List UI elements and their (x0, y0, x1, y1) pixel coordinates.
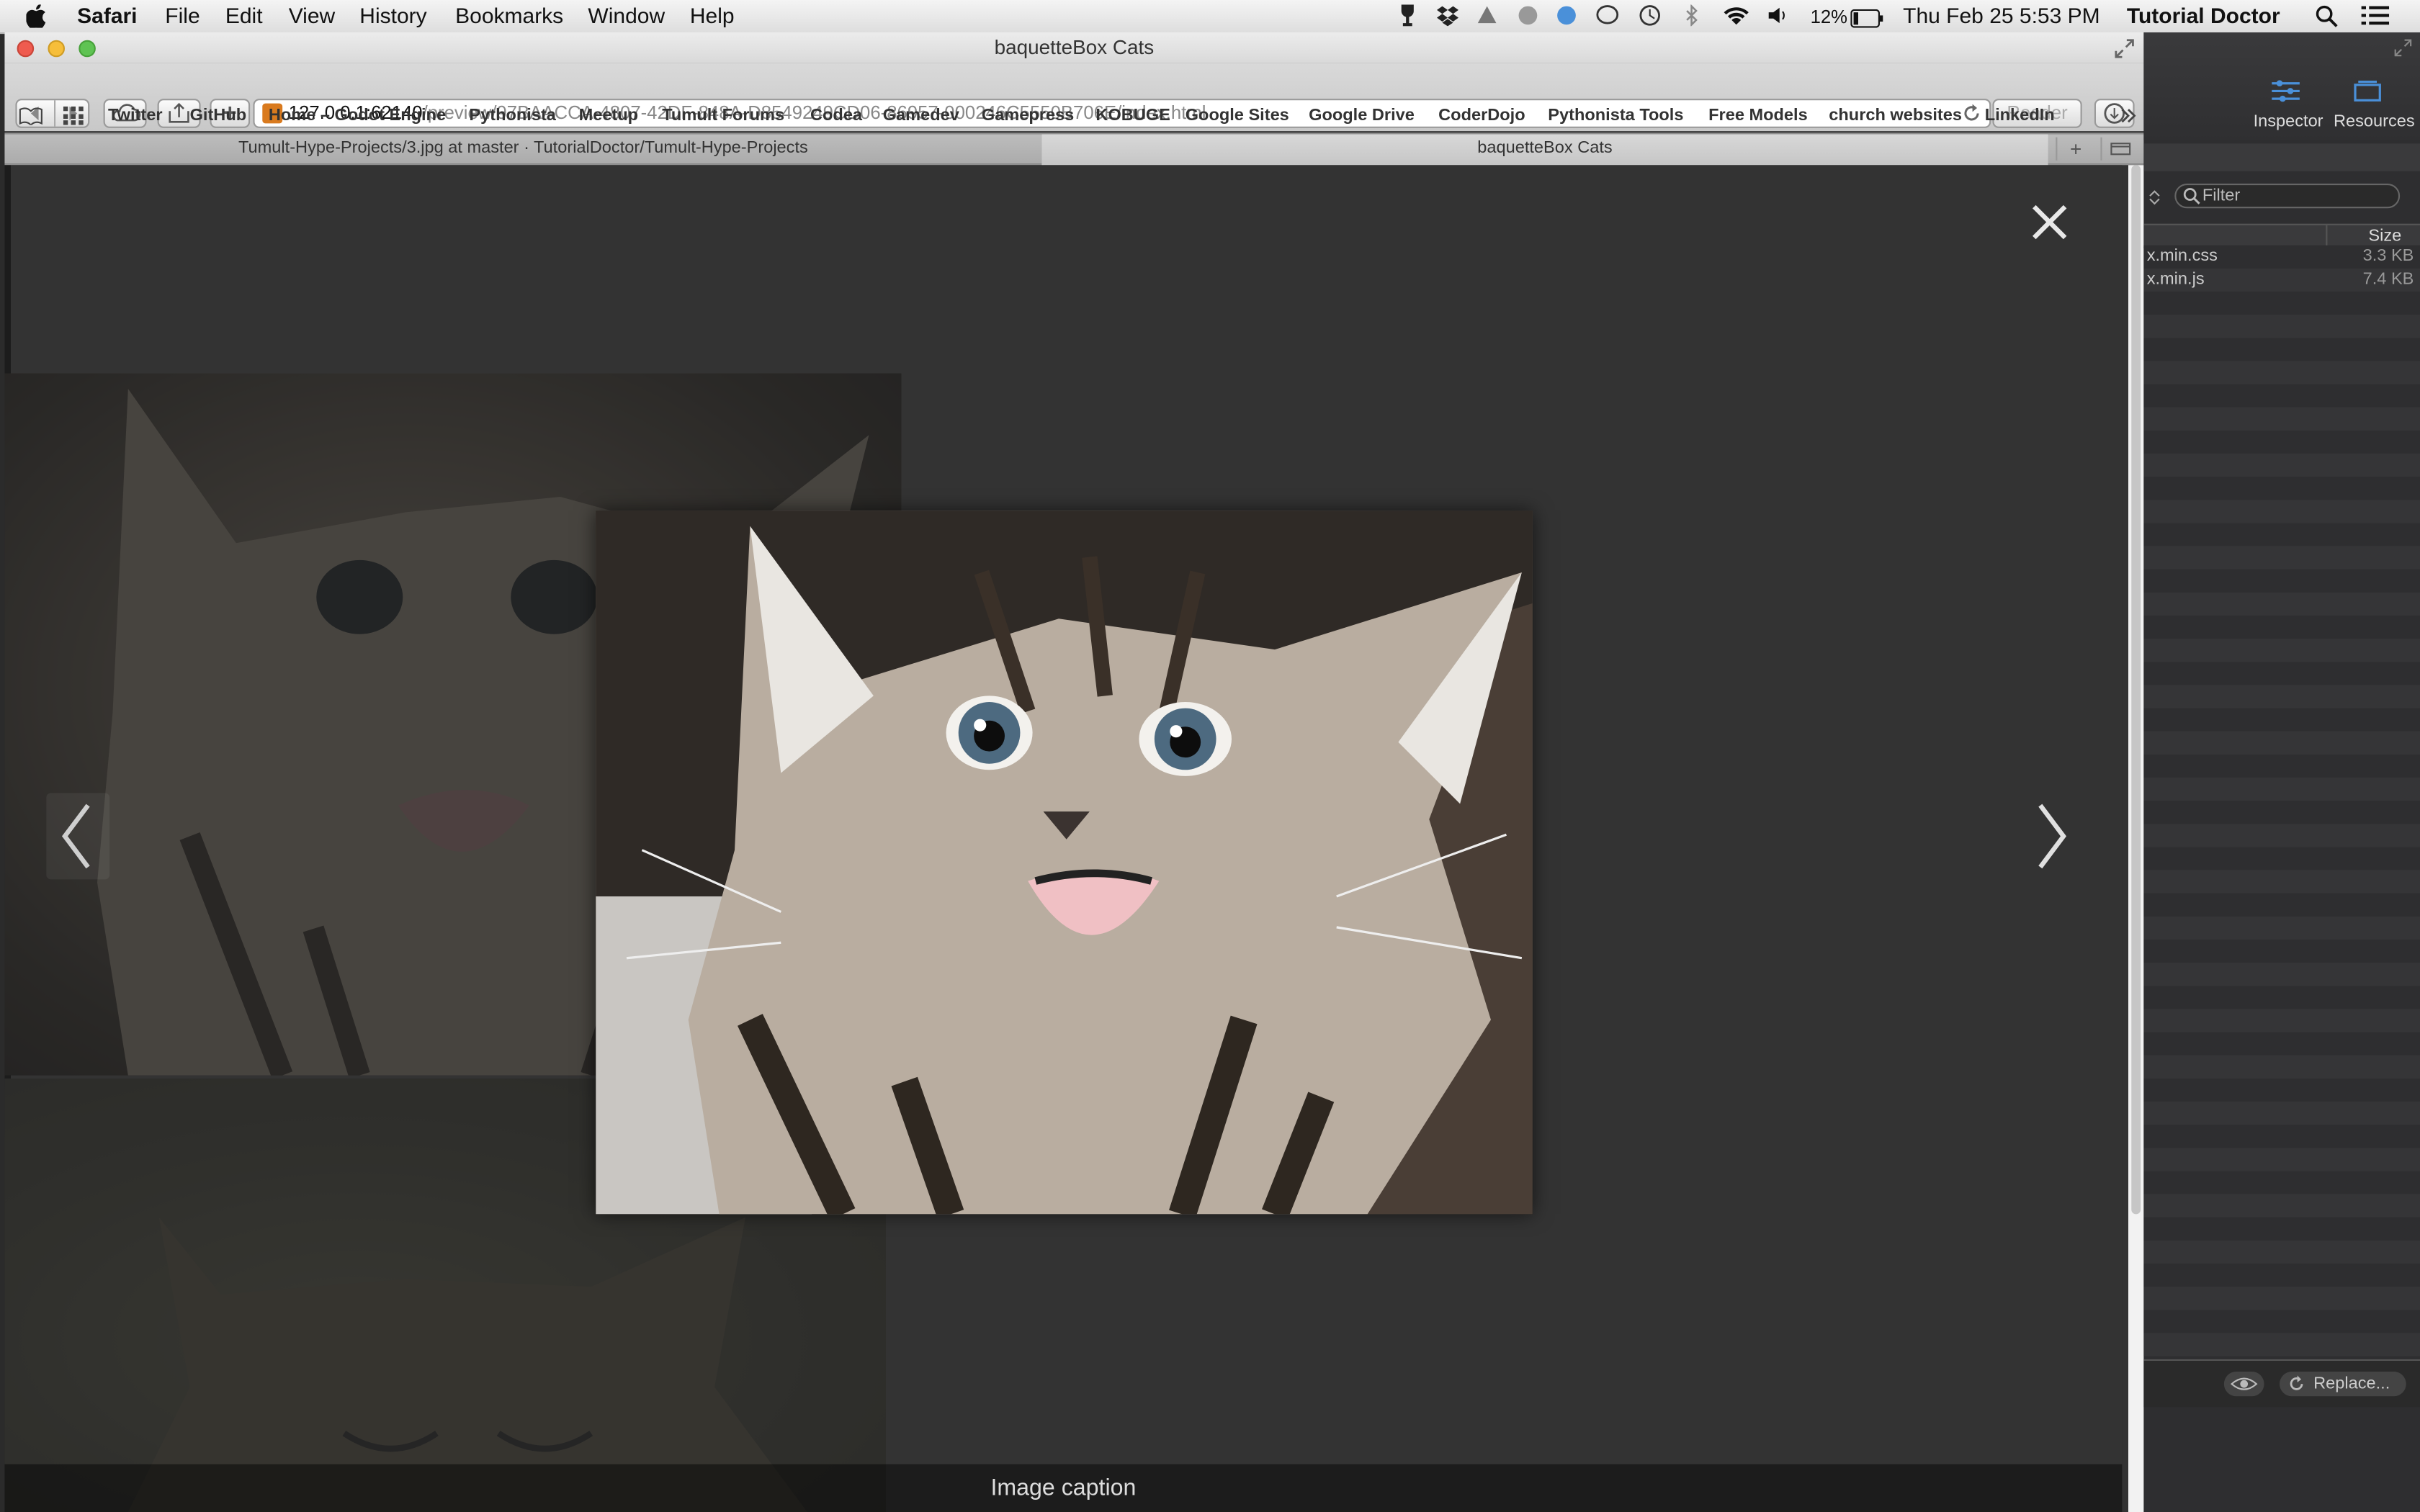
panel-footer: Replace... (2143, 1359, 2420, 1408)
panel-section-bar (2143, 143, 2420, 171)
menu-history[interactable]: History (359, 3, 426, 27)
bookmark-pythonista[interactable]: Pythonista (469, 107, 556, 125)
tab-github-label: Tumult-Hype-Projects/3.jpg at master · T… (238, 138, 808, 158)
bookmark-pythonista-tools[interactable]: Pythonista Tools (1548, 107, 1683, 125)
close-lightbox-button[interactable] (2027, 199, 2073, 245)
bookmark-meetup[interactable]: Meetup (579, 107, 639, 125)
column-divider (2326, 225, 2328, 247)
minimize-window-button[interactable] (48, 40, 65, 58)
menu-view[interactable]: View (289, 3, 335, 27)
new-tab-plus-icon[interactable]: + (2056, 137, 2094, 161)
lightbox-image[interactable] (596, 510, 1533, 1215)
close-window-button[interactable] (17, 40, 35, 58)
lightbox-overlay: Image caption (4, 165, 2123, 1512)
file-size: 3.3 KB (2362, 246, 2414, 266)
title-bar: baquetteBox Cats (4, 32, 2144, 63)
kitten-photo-main (596, 510, 1533, 1215)
app-status-icon[interactable] (1556, 4, 1577, 26)
image-caption: Image caption (4, 1464, 2123, 1512)
window-title: baquetteBox Cats (994, 35, 1155, 59)
resources-tab-label[interactable]: Resources (2334, 112, 2415, 131)
inspector-tab-label[interactable]: Inspector (2254, 112, 2323, 131)
menu-help[interactable]: Help (690, 3, 735, 27)
bookmarks-bar: Twitter GitHub Home – Godot Engine Pytho… (4, 100, 2143, 132)
image-caption-text: Image caption (990, 1475, 1137, 1501)
more-bookmarks-chevron-icon[interactable] (2119, 107, 2138, 125)
panel-header: Inspector Resources (2143, 32, 2420, 140)
bookmark-gamedev[interactable]: Gamedev (883, 107, 959, 125)
bookmark-coderdojo[interactable]: CoderDojo (1438, 107, 1525, 125)
zoom-window-button[interactable] (79, 40, 96, 58)
notification-center-icon[interactable] (2361, 4, 2390, 26)
bookmark-gamepress[interactable]: Gamepress (982, 107, 1074, 125)
expand-icon[interactable] (2394, 39, 2413, 58)
file-row[interactable]: x.min.css 3.3 KB (2143, 245, 2420, 269)
wifi-icon[interactable] (1721, 4, 1752, 26)
tab-baguettebox-label: baquetteBox Cats (1477, 138, 1613, 158)
bookmark-godot[interactable]: Home – Godot Engine (269, 107, 446, 125)
bookmark-twitter[interactable]: Twitter (108, 107, 163, 125)
bookmark-free-models[interactable]: Free Models (1708, 107, 1808, 125)
top-sites-icon[interactable] (63, 106, 85, 125)
filter-placeholder: Filter (2202, 186, 2241, 205)
time-machine-icon[interactable] (1639, 4, 1661, 26)
battery-percent: 12% (1810, 6, 1848, 28)
file-name: x.min.css (2146, 246, 2218, 266)
page-scrollbar[interactable] (2128, 165, 2144, 1512)
sort-updown-icon[interactable] (2148, 188, 2161, 207)
menu-app-safari[interactable]: Safari (77, 3, 137, 27)
hype-resources-panel: Inspector Resources Filter Size x.min.cs… (2143, 32, 2420, 1512)
bookmark-church-websites[interactable]: church websites (1829, 107, 1962, 125)
tab-bar: Tumult-Hype-Projects/3.jpg at master · T… (4, 132, 2144, 166)
file-list-empty-rows (2143, 292, 2420, 1356)
volume-icon[interactable] (1767, 4, 1789, 26)
replace-refresh-icon (2290, 1375, 2303, 1390)
bookmark-google-sites[interactable]: Google Sites (1186, 107, 1289, 125)
filter-search-icon (2183, 188, 2200, 204)
reading-list-icon[interactable] (19, 107, 43, 127)
bookmark-tumult-forums[interactable]: Tumult Forums (662, 107, 784, 125)
drive-icon[interactable] (1477, 4, 1497, 26)
apple-menu-icon[interactable] (26, 4, 46, 28)
dropbox-icon[interactable] (1436, 4, 1458, 27)
replace-button[interactable]: Replace... (2280, 1372, 2406, 1397)
tab-overview-icon[interactable] (2100, 137, 2139, 161)
bookmark-google-drive[interactable]: Google Drive (1309, 107, 1415, 125)
screen: Safari File Edit View History Bookmarks … (0, 0, 2420, 1512)
menu-file[interactable]: File (165, 3, 200, 27)
bluetooth-icon[interactable] (1684, 4, 1699, 27)
size-column-header[interactable]: Size (2368, 227, 2401, 246)
file-size: 7.4 KB (2362, 270, 2414, 289)
tab-baguettebox[interactable]: baquetteBox Cats (1041, 134, 2048, 166)
filter-input[interactable]: Filter (2174, 183, 2401, 209)
preview-eye-icon[interactable] (2223, 1372, 2264, 1397)
bookmark-github[interactable]: GitHub (190, 107, 247, 125)
menu-window[interactable]: Window (588, 3, 665, 27)
file-name: x.min.js (2146, 270, 2205, 289)
bookmark-codea[interactable]: Codea (810, 107, 862, 125)
chat-bubble-icon[interactable] (1596, 4, 1619, 26)
safari-window: baquetteBox Cats + 127.0.0.1:62140/previ… (4, 32, 2144, 1512)
bookmark-kobuge[interactable]: KOBUGE (1095, 107, 1170, 125)
wine-glass-icon[interactable] (1398, 4, 1417, 27)
clock[interactable]: Thu Feb 25 5:53 PM (1903, 3, 2100, 27)
menu-bar: Safari File Edit View History Bookmarks … (0, 0, 2420, 35)
scrollbar-thumb[interactable] (2131, 165, 2141, 1215)
menu-bookmarks[interactable]: Bookmarks (455, 3, 563, 27)
previous-image-button[interactable] (46, 793, 110, 880)
replace-label: Replace... (2313, 1374, 2390, 1393)
bookmark-linkedin[interactable]: LinkedIn (1985, 107, 2055, 125)
resources-icon[interactable] (2351, 78, 2385, 103)
tab-github[interactable]: Tumult-Hype-Projects/3.jpg at master · T… (4, 134, 1044, 166)
status-circle-icon[interactable] (1517, 4, 1538, 26)
spotlight-search-icon[interactable] (2315, 4, 2338, 27)
fullscreen-icon[interactable] (2115, 37, 2135, 58)
next-image-button[interactable] (2019, 793, 2082, 879)
file-row[interactable]: x.min.js 7.4 KB (2143, 268, 2420, 292)
battery-icon[interactable] (1850, 8, 1884, 28)
inspector-icon[interactable] (2269, 78, 2303, 103)
user-menu[interactable]: Tutorial Doctor (2127, 3, 2280, 27)
menu-edit[interactable]: Edit (225, 3, 263, 27)
